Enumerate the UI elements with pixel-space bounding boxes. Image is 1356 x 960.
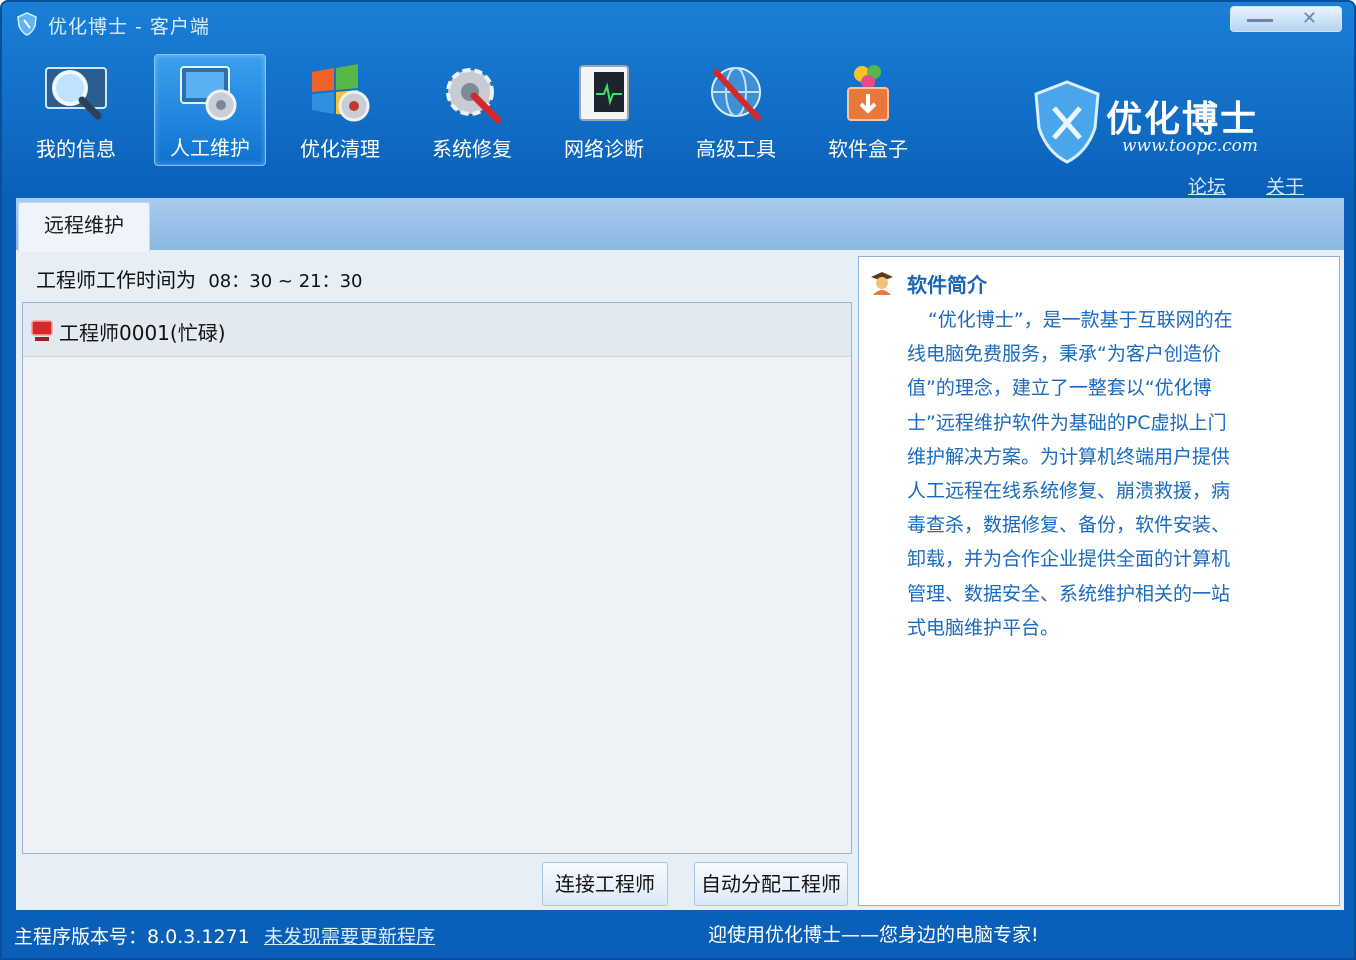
list-item[interactable]: 工程师0001(忙碌)	[23, 303, 851, 357]
engineer-name: 工程师0001(忙碌)	[59, 321, 226, 345]
doctor-icon	[871, 272, 893, 295]
shield-app-icon	[17, 12, 37, 36]
brand-logo: 优化博士 www.toopc.com	[1032, 80, 1292, 172]
connect-engineer-button[interactable]: 连接工程师	[542, 862, 668, 906]
title-bar[interactable]: 优化博士 - 客户端 ✕	[2, 2, 1354, 48]
windows-gear-icon	[312, 64, 370, 122]
welcome-text: 迎使用优化博士——您身边的电脑专家!	[708, 924, 1039, 946]
tool-label: 网络诊断	[564, 137, 644, 161]
brand-url: www.toopc.com	[1122, 136, 1259, 156]
gear-wrench-icon	[446, 68, 502, 124]
content-area: 远程维护 工程师工作时间为 08：30 ~ 21：30 工程师0001(忙碌) …	[16, 198, 1344, 910]
tool-my-info[interactable]: 我的信息	[20, 54, 132, 166]
tab-label: 远程维护	[44, 213, 124, 237]
minimize-icon[interactable]	[1247, 19, 1273, 22]
tool-manual-maintenance[interactable]: 人工维护	[154, 54, 266, 166]
brand-name: 优化博士	[1106, 98, 1259, 140]
forum-link[interactable]: 论坛	[1188, 172, 1226, 199]
network-monitor-icon	[579, 65, 629, 121]
tool-label: 系统修复	[432, 137, 512, 161]
app-window: 优化博士 - 客户端 ✕ 我的信息 人工维护 优化清理 系统修复 网络诊断 高级…	[0, 0, 1356, 960]
status-bar: 主程序版本号：8.0.3.1271 未发现需要更新程序 迎使用优化博士——您身边…	[2, 912, 1354, 958]
tab-remote-maintenance[interactable]: 远程维护	[18, 202, 150, 252]
tool-label: 我的信息	[36, 137, 116, 161]
engineer-list: 工程师0001(忙碌)	[22, 302, 852, 854]
globe-tools-icon	[711, 67, 761, 121]
tool-network-diagnosis[interactable]: 网络诊断	[548, 54, 660, 166]
engineer-busy-icon	[31, 320, 53, 341]
intro-text: “优化博士”，是一款基于互联网的在线电脑免费服务，秉承“为客户创造价值”的理念，…	[907, 309, 1233, 639]
version-text: 主程序版本号：8.0.3.1271	[14, 926, 250, 948]
tool-software-box[interactable]: 软件盒子	[812, 54, 924, 166]
tool-optimize-clean[interactable]: 优化清理	[284, 54, 396, 166]
work-hours-value: 08：30 ~ 21：30	[208, 271, 363, 292]
monitor-gear-icon	[180, 66, 237, 121]
tool-system-repair[interactable]: 系统修复	[416, 54, 528, 166]
about-link[interactable]: 关于	[1266, 172, 1304, 199]
intro-title: 软件简介	[907, 273, 987, 297]
top-links: 论坛 关于	[1174, 172, 1334, 198]
tool-advanced-tools[interactable]: 高级工具	[680, 54, 792, 166]
update-link[interactable]: 未发现需要更新程序	[264, 922, 435, 949]
tool-label: 软件盒子	[828, 137, 908, 161]
tool-label: 高级工具	[696, 137, 776, 161]
window-title: 优化博士 - 客户端	[48, 16, 210, 38]
work-hours-label: 工程师工作时间为	[36, 268, 196, 292]
tab-bar: 远程维护	[16, 198, 1344, 252]
software-box-icon	[847, 65, 889, 121]
engineer-panel: 工程师工作时间为 08：30 ~ 21：30 工程师0001(忙碌)	[22, 256, 852, 856]
tool-label: 优化清理	[300, 137, 380, 161]
shield-logo-icon	[1034, 80, 1100, 164]
close-icon[interactable]: ✕	[1302, 8, 1317, 30]
tool-label: 人工维护	[170, 136, 250, 160]
work-hours: 工程师工作时间为 08：30 ~ 21：30	[36, 264, 363, 293]
main-toolbar: 我的信息 人工维护 优化清理 系统修复 网络诊断 高级工具 软件盒子	[20, 54, 920, 166]
auto-assign-button[interactable]: 自动分配工程师	[694, 862, 848, 906]
magnifier-monitor-icon	[45, 67, 107, 120]
window-controls: ✕	[1230, 6, 1342, 32]
intro-panel: 软件简介 “优化博士”，是一款基于互联网的在线电脑免费服务，秉承“为客户创造价值…	[858, 256, 1340, 906]
